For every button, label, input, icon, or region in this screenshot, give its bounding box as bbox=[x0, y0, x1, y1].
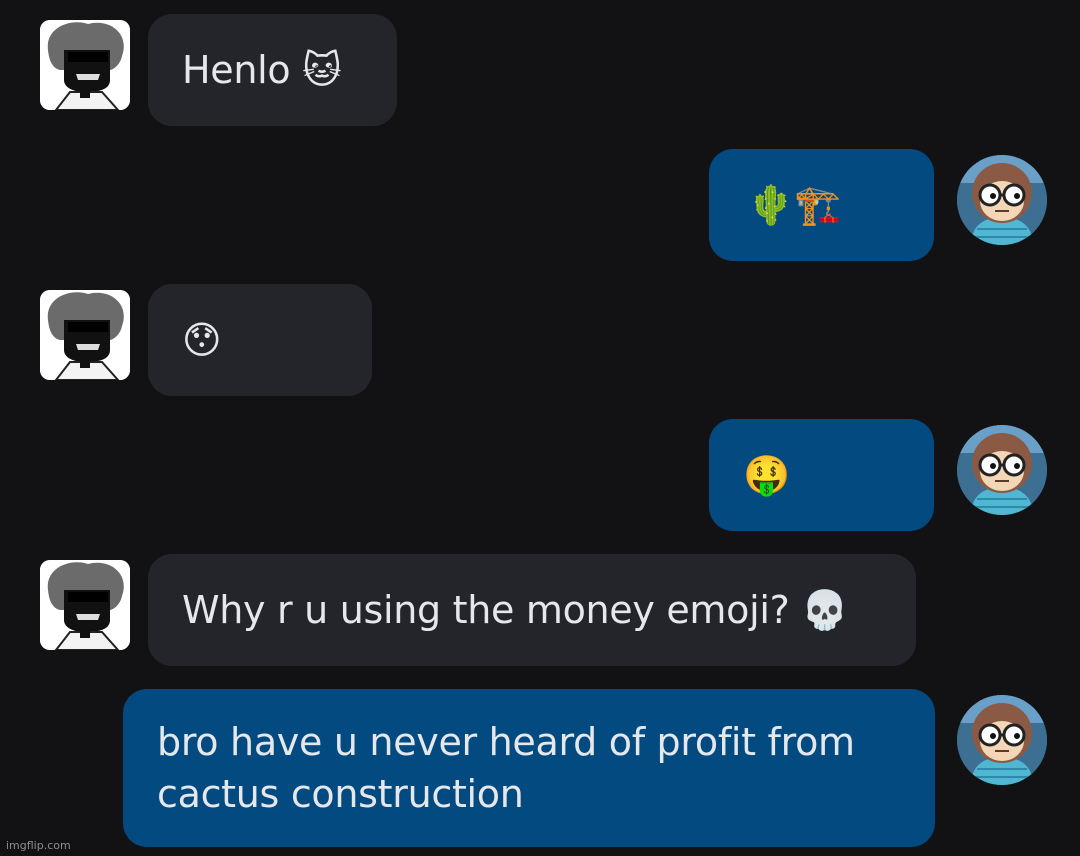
avatar[interactable] bbox=[40, 290, 130, 380]
avatar[interactable] bbox=[40, 560, 130, 650]
bw-dark-hair-avatar-icon bbox=[40, 560, 130, 650]
cartoon-monkey-glasses-avatar-icon bbox=[957, 425, 1047, 515]
message-bubble[interactable]: 🤑 bbox=[709, 419, 934, 531]
avatar[interactable] bbox=[957, 155, 1047, 245]
cartoon-monkey-glasses-avatar-icon bbox=[957, 695, 1047, 785]
message-text: bro have u never heard of profit from ca… bbox=[157, 720, 855, 816]
avatar[interactable] bbox=[957, 425, 1047, 515]
bw-dark-hair-avatar-icon bbox=[40, 290, 130, 380]
message-bubble[interactable]: 😯 bbox=[148, 284, 372, 396]
message-bubble[interactable]: Henlo 🐱 bbox=[148, 14, 397, 126]
avatar[interactable] bbox=[40, 20, 130, 110]
message-text: 🤑 bbox=[743, 453, 791, 497]
watermark: imgflip.com bbox=[6, 839, 71, 852]
cartoon-monkey-glasses-avatar-icon bbox=[957, 155, 1047, 245]
message-text: Why r u using the money emoji? 💀 bbox=[182, 588, 849, 632]
message-bubble[interactable]: Why r u using the money emoji? 💀 bbox=[148, 554, 916, 666]
avatar[interactable] bbox=[957, 695, 1047, 785]
message-bubble[interactable]: bro have u never heard of profit from ca… bbox=[123, 689, 935, 847]
message-text: 😯 bbox=[182, 318, 222, 362]
message-text: 🌵🏗️ bbox=[747, 183, 842, 227]
bw-dark-hair-avatar-icon bbox=[40, 20, 130, 110]
message-text: Henlo 🐱 bbox=[182, 48, 342, 92]
message-bubble[interactable]: 🌵🏗️ bbox=[709, 149, 934, 261]
